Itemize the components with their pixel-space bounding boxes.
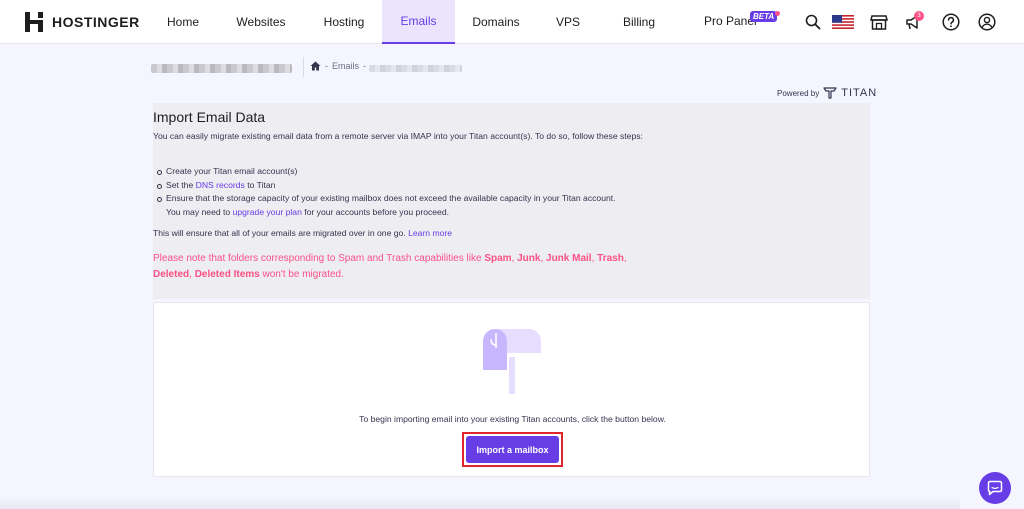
- search-icon[interactable]: [803, 12, 823, 32]
- us-flag-icon[interactable]: [832, 12, 854, 32]
- learn-more-link[interactable]: Learn more: [408, 228, 452, 238]
- warning-comma: ,: [623, 253, 627, 264]
- highlight-box: Import a mailbox: [462, 432, 563, 467]
- brand-name: HOSTINGER: [52, 14, 140, 30]
- folder-trash: Trash: [597, 253, 624, 264]
- folder-spam: Spam: [484, 253, 512, 264]
- warning-text: won't be migrated.: [259, 268, 344, 280]
- step-text: to Titan: [244, 179, 276, 190]
- folder-junk: Junk: [517, 253, 541, 264]
- powered-by-label: Powered by: [777, 88, 820, 98]
- step-text: Set the: [166, 179, 196, 190]
- import-mailbox-card: To begin importing email into your exist…: [153, 302, 870, 477]
- nav-item-label: Billing: [622, 15, 655, 29]
- breadcrumb: - Emails -: [310, 61, 366, 71]
- nav-item-label: Hosting: [323, 15, 365, 29]
- step-text: Ensure that the storage capacity of your…: [166, 193, 616, 204]
- breadcrumb-divider: [303, 57, 304, 77]
- nav-item-vps[interactable]: VPS: [537, 0, 599, 44]
- list-item-continued: You may need to upgrade your plan for yo…: [157, 206, 616, 220]
- nav-item-label: Domains: [472, 15, 520, 29]
- step-text: for your accounts before you proceed.: [301, 207, 449, 218]
- nav-item-domains[interactable]: Domains: [455, 0, 537, 44]
- megaphone-icon[interactable]: 3: [904, 11, 924, 32]
- redacted-domain: [369, 65, 462, 72]
- page-bottom-edge: [0, 495, 960, 509]
- titan-logo-icon: [823, 87, 837, 99]
- dns-records-link[interactable]: DNS records: [196, 180, 245, 190]
- import-steps-list: Create your Titan email account(s) Set t…: [157, 165, 616, 220]
- step-text: You may need to: [166, 207, 233, 218]
- nav-item-label: Emails: [400, 14, 437, 28]
- step-text: Create your Titan email account(s): [166, 166, 298, 176]
- redacted-account-name: [151, 64, 292, 73]
- top-navigation: HOSTINGER Home Websites Hosting Emails D…: [0, 0, 1024, 44]
- home-icon[interactable]: [310, 61, 321, 71]
- nav-item-label: VPS: [555, 15, 580, 29]
- import-info-panel: Import Email Data You can easily migrate…: [153, 103, 870, 299]
- folder-junk-mail: Junk Mail: [546, 253, 592, 264]
- hostinger-logo-icon: [24, 12, 44, 32]
- help-icon[interactable]: [941, 12, 961, 32]
- chat-support-button[interactable]: [979, 472, 1011, 504]
- nav-item-billing[interactable]: Billing: [599, 0, 679, 44]
- store-icon[interactable]: [869, 12, 889, 32]
- pro-panel-link[interactable]: Pro Panel: [704, 14, 757, 28]
- upgrade-plan-link[interactable]: upgrade your plan: [233, 207, 302, 217]
- beta-badge: BETA: [750, 11, 778, 22]
- chat-icon: [987, 480, 1003, 496]
- hostinger-logo[interactable]: HOSTINGER: [24, 12, 140, 32]
- nav-item-emails[interactable]: Emails: [382, 0, 455, 44]
- nav-item-label: Websites: [236, 15, 286, 29]
- nav-item-label: Home: [166, 15, 199, 29]
- account-icon[interactable]: [977, 12, 997, 32]
- powered-by-titan: Powered by TITAN: [777, 87, 877, 99]
- new-indicator-dot: [775, 11, 780, 16]
- ensure-text: This will ensure that all of your emails…: [153, 228, 452, 238]
- folder-deleted-items: Deleted Items: [194, 268, 260, 280]
- mailbox-illustration: [483, 329, 541, 394]
- breadcrumb-separator: -: [363, 61, 367, 71]
- page-title: Import Email Data: [153, 109, 266, 125]
- ensure-text-body: This will ensure that all of your emails…: [153, 228, 406, 238]
- import-mailbox-button[interactable]: Import a mailbox: [466, 436, 559, 463]
- list-item: Set the DNS records to Titan: [157, 179, 616, 193]
- folder-deleted: Deleted: [153, 268, 190, 280]
- nav-item-home[interactable]: Home: [150, 0, 216, 44]
- breadcrumb-separator: -: [325, 61, 328, 71]
- nav-item-hosting[interactable]: Hosting: [306, 0, 382, 44]
- import-description: You can easily migrate existing email da…: [153, 131, 643, 141]
- import-prompt: To begin importing email into your exist…: [359, 414, 666, 424]
- list-item: Ensure that the storage capacity of your…: [157, 192, 616, 206]
- nav-item-websites[interactable]: Websites: [216, 0, 306, 44]
- migration-warning: Please note that folders corresponding t…: [153, 251, 653, 282]
- titan-brand: TITAN: [841, 87, 878, 99]
- main-nav: Home Websites Hosting Emails Domains VPS…: [150, 0, 679, 44]
- list-item: Create your Titan email account(s): [157, 165, 616, 179]
- warning-text: Please note that folders corresponding t…: [153, 253, 485, 264]
- notification-count-badge: 3: [914, 11, 924, 21]
- breadcrumb-emails[interactable]: Emails: [332, 61, 359, 71]
